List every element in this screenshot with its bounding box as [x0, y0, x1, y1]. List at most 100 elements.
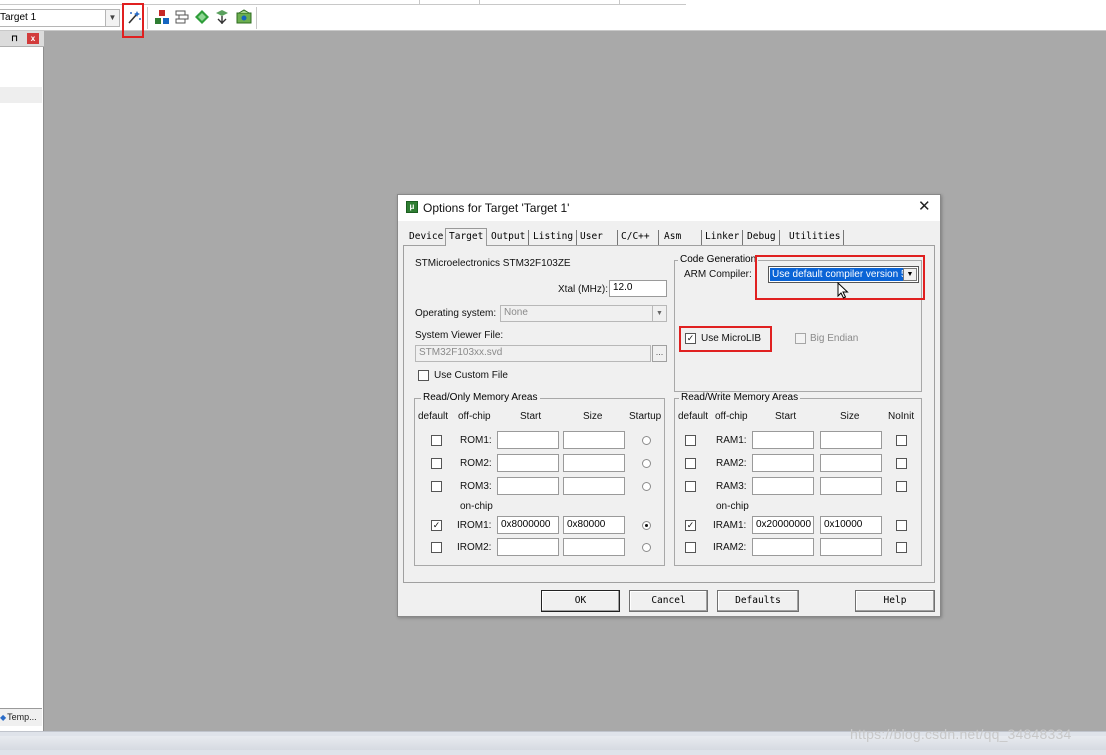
manage-components-icon[interactable]	[154, 9, 170, 25]
iram1-start-input[interactable]: 0x20000000	[752, 516, 814, 534]
tab-output[interactable]: Output	[488, 230, 530, 246]
iram2-default-checkbox[interactable]	[685, 542, 696, 553]
irom2-size-input[interactable]	[563, 538, 625, 556]
xtal-input[interactable]: 12.0	[609, 280, 667, 297]
rom3-size-input[interactable]	[563, 477, 625, 495]
irom1-size-input[interactable]: 0x80000	[563, 516, 625, 534]
iram1-label: IRAM1:	[713, 520, 747, 531]
tab-user[interactable]: User	[577, 230, 618, 246]
rom3-startup-radio[interactable]	[642, 482, 651, 491]
tab-debug[interactable]: Debug	[744, 230, 780, 246]
os-select[interactable]: None ▼	[500, 305, 667, 322]
file-extensions-icon[interactable]	[174, 9, 190, 25]
chevron-down-icon[interactable]: ▼	[652, 306, 666, 321]
pin-icon[interactable]: ⊓	[11, 33, 18, 44]
toolbar-top-edge	[0, 0, 686, 5]
dialog-titlebar[interactable]: μ Options for Target 'Target 1' ✕	[398, 195, 940, 221]
ram3-noinit-checkbox[interactable]	[896, 481, 907, 492]
project-pane: ⊓ x ◆Temp...	[0, 31, 44, 731]
iram1-noinit-checkbox[interactable]	[896, 520, 907, 531]
close-icon[interactable]: x	[27, 33, 39, 44]
irom2-startup-radio[interactable]	[642, 543, 651, 552]
project-pane-header: ⊓ x	[0, 31, 44, 47]
use-custom-file-checkbox[interactable]	[418, 370, 429, 381]
svf-input[interactable]: STM32F103xx.svd	[415, 345, 651, 362]
toolbar-separator	[147, 7, 148, 29]
irom1-label: IROM1:	[457, 520, 492, 531]
iram2-noinit-checkbox[interactable]	[896, 542, 907, 553]
rom2-default-checkbox[interactable]	[431, 458, 442, 469]
ram3-label: RAM3:	[716, 481, 747, 492]
target-select-value: Target 1	[0, 12, 37, 23]
rw-header-noinit: NoInit	[888, 411, 915, 422]
tab-device[interactable]: Device	[406, 230, 448, 246]
ram1-start-input[interactable]	[752, 431, 814, 449]
ram2-start-input[interactable]	[752, 454, 814, 472]
rom1-start-input[interactable]	[497, 431, 559, 449]
tab-utilities[interactable]: Utilities	[786, 230, 845, 246]
use-custom-file-label: Use Custom File	[434, 370, 508, 381]
irom2-default-checkbox[interactable]	[431, 542, 442, 553]
run-time-environment-icon[interactable]	[194, 9, 210, 25]
chevron-down-icon[interactable]: ▼	[105, 10, 119, 26]
iram1-default-checkbox[interactable]: ✓	[685, 520, 696, 531]
rom1-label: ROM1:	[460, 435, 492, 446]
tab-cpp[interactable]: C/C++	[618, 230, 659, 246]
rw-onchip-label: on-chip	[716, 501, 749, 512]
ram2-size-input[interactable]	[820, 454, 882, 472]
rom3-start-input[interactable]	[497, 477, 559, 495]
dialog-title: Options for Target 'Target 1'	[423, 201, 570, 215]
options-dialog: μ Options for Target 'Target 1' ✕ Device…	[397, 194, 941, 617]
rom1-startup-radio[interactable]	[642, 436, 651, 445]
tab-asm[interactable]: Asm	[661, 230, 703, 246]
rw-header-default: default	[678, 411, 709, 422]
ro-header-start: Start	[520, 411, 542, 422]
ram2-default-checkbox[interactable]	[685, 458, 696, 469]
project-tree-selected-row[interactable]	[0, 87, 42, 103]
rom1-default-checkbox[interactable]	[431, 435, 442, 446]
irom2-start-input[interactable]	[497, 538, 559, 556]
rw-header-start: Start	[775, 411, 797, 422]
rom2-start-input[interactable]	[497, 454, 559, 472]
toolbar-separator	[256, 7, 257, 29]
svf-browse-button[interactable]: ...	[652, 345, 667, 362]
tab-target[interactable]: Target	[445, 228, 488, 246]
target-tab-panel: STMicroelectronics STM32F103ZE Xtal (MHz…	[403, 245, 935, 583]
big-endian-checkbox[interactable]	[795, 333, 806, 344]
ram1-default-checkbox[interactable]	[685, 435, 696, 446]
cancel-button[interactable]: Cancel	[629, 590, 708, 612]
os-label: Operating system:	[415, 308, 497, 319]
target-select[interactable]: Target 1 ▼	[0, 9, 120, 27]
help-button[interactable]: Help	[855, 590, 935, 612]
tab-templates-label: Temp...	[7, 712, 37, 722]
irom1-start-input[interactable]: 0x8000000	[497, 516, 559, 534]
tab-templates[interactable]: ◆Temp...	[0, 708, 42, 726]
ram3-default-checkbox[interactable]	[685, 481, 696, 492]
irom1-default-checkbox[interactable]: ✓	[431, 520, 442, 531]
ro-header-default: default	[418, 411, 449, 422]
tab-linker[interactable]: Linker	[702, 230, 744, 246]
irom1-startup-radio[interactable]	[642, 521, 651, 530]
pack-installer-icon[interactable]	[214, 9, 230, 25]
rom2-size-input[interactable]	[563, 454, 625, 472]
defaults-button[interactable]: Defaults	[717, 590, 799, 612]
rom2-startup-radio[interactable]	[642, 459, 651, 468]
ram1-size-input[interactable]	[820, 431, 882, 449]
ro-onchip-label: on-chip	[460, 501, 493, 512]
ram3-start-input[interactable]	[752, 477, 814, 495]
iram1-size-input[interactable]: 0x10000	[820, 516, 882, 534]
rom1-size-input[interactable]	[563, 431, 625, 449]
tab-listing[interactable]: Listing	[530, 230, 578, 246]
ram1-noinit-checkbox[interactable]	[896, 435, 907, 446]
close-icon[interactable]: ✕	[918, 198, 931, 216]
ok-button[interactable]: OK	[541, 590, 620, 612]
ram2-noinit-checkbox[interactable]	[896, 458, 907, 469]
highlight-box-microlib	[679, 326, 772, 352]
arm-compiler-label: ARM Compiler:	[684, 269, 752, 280]
iram2-size-input[interactable]	[820, 538, 882, 556]
ram3-size-input[interactable]	[820, 477, 882, 495]
iram2-start-input[interactable]	[752, 538, 814, 556]
rom3-default-checkbox[interactable]	[431, 481, 442, 492]
select-packs-icon[interactable]	[236, 9, 252, 25]
rom2-label: ROM2:	[460, 458, 492, 469]
